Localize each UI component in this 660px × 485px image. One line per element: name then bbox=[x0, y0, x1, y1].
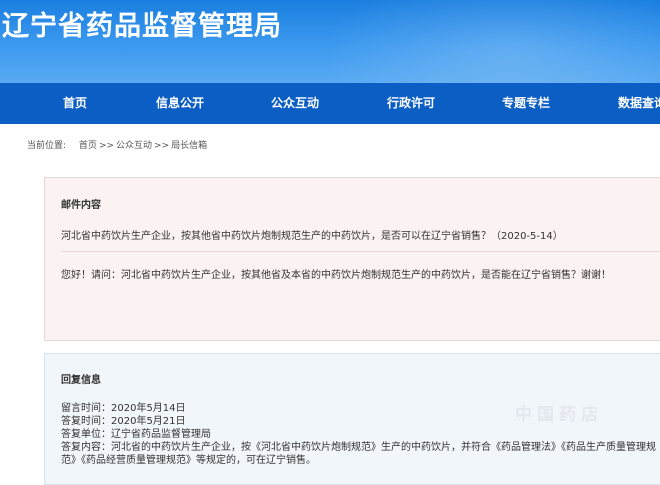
mail-body: 您好！请问：河北省中药饮片生产企业，按其他省及本省的中药饮片炮制规范生产的中药饮… bbox=[61, 270, 611, 281]
breadcrumb: 当前位置: 首页 >> 公众互动 >> 局长信箱 bbox=[27, 138, 209, 151]
nav-item-public-interaction[interactable]: 公众互动 bbox=[271, 83, 319, 124]
mail-heading: 邮件内容 bbox=[61, 200, 101, 211]
breadcrumb-separator: >> bbox=[98, 141, 115, 151]
site-title[interactable]: 辽宁省药品监督管理局 bbox=[2, 4, 282, 43]
reply-heading: 回复信息 bbox=[61, 375, 101, 386]
nav-item-special-topics[interactable]: 专题专栏 bbox=[502, 83, 550, 124]
breadcrumb-label: 当前位置: bbox=[27, 141, 67, 151]
nav-item-data-query[interactable]: 数据查询 bbox=[618, 83, 660, 124]
breadcrumb-separator: >> bbox=[154, 141, 170, 151]
banner-decoration bbox=[320, 0, 660, 83]
nav-item-admin-license[interactable]: 行政许可 bbox=[387, 83, 435, 124]
reply-answer-content-continued: 范》《药品经营质量管理规范》等规定的，可在辽宁销售。 bbox=[61, 455, 316, 466]
header-banner: 辽宁省药品监督管理局 bbox=[0, 0, 660, 83]
nav-item-home[interactable]: 首页 bbox=[63, 83, 87, 124]
mail-content-panel: 邮件内容 河北省中药饮片生产企业，按其他省中药饮片炮制规范生产的中药饮片，是否可… bbox=[44, 177, 660, 341]
breadcrumb-home[interactable]: 首页 bbox=[79, 141, 97, 151]
nav-item-info-disclosure[interactable]: 信息公开 bbox=[156, 83, 204, 124]
main-nav: 首页 信息公开 公众互动 行政许可 专题专栏 数据查询 bbox=[0, 83, 660, 124]
watermark: 中国药店 bbox=[515, 405, 603, 425]
breadcrumb-public-interaction[interactable]: 公众互动 bbox=[116, 141, 152, 151]
mail-divider bbox=[61, 251, 660, 252]
breadcrumb-director-mailbox[interactable]: 局长信箱 bbox=[171, 141, 207, 151]
mail-subject: 河北省中药饮片生产企业，按其他省中药饮片炮制规范生产的中药饮片，是否可以在辽宁省… bbox=[61, 231, 563, 242]
